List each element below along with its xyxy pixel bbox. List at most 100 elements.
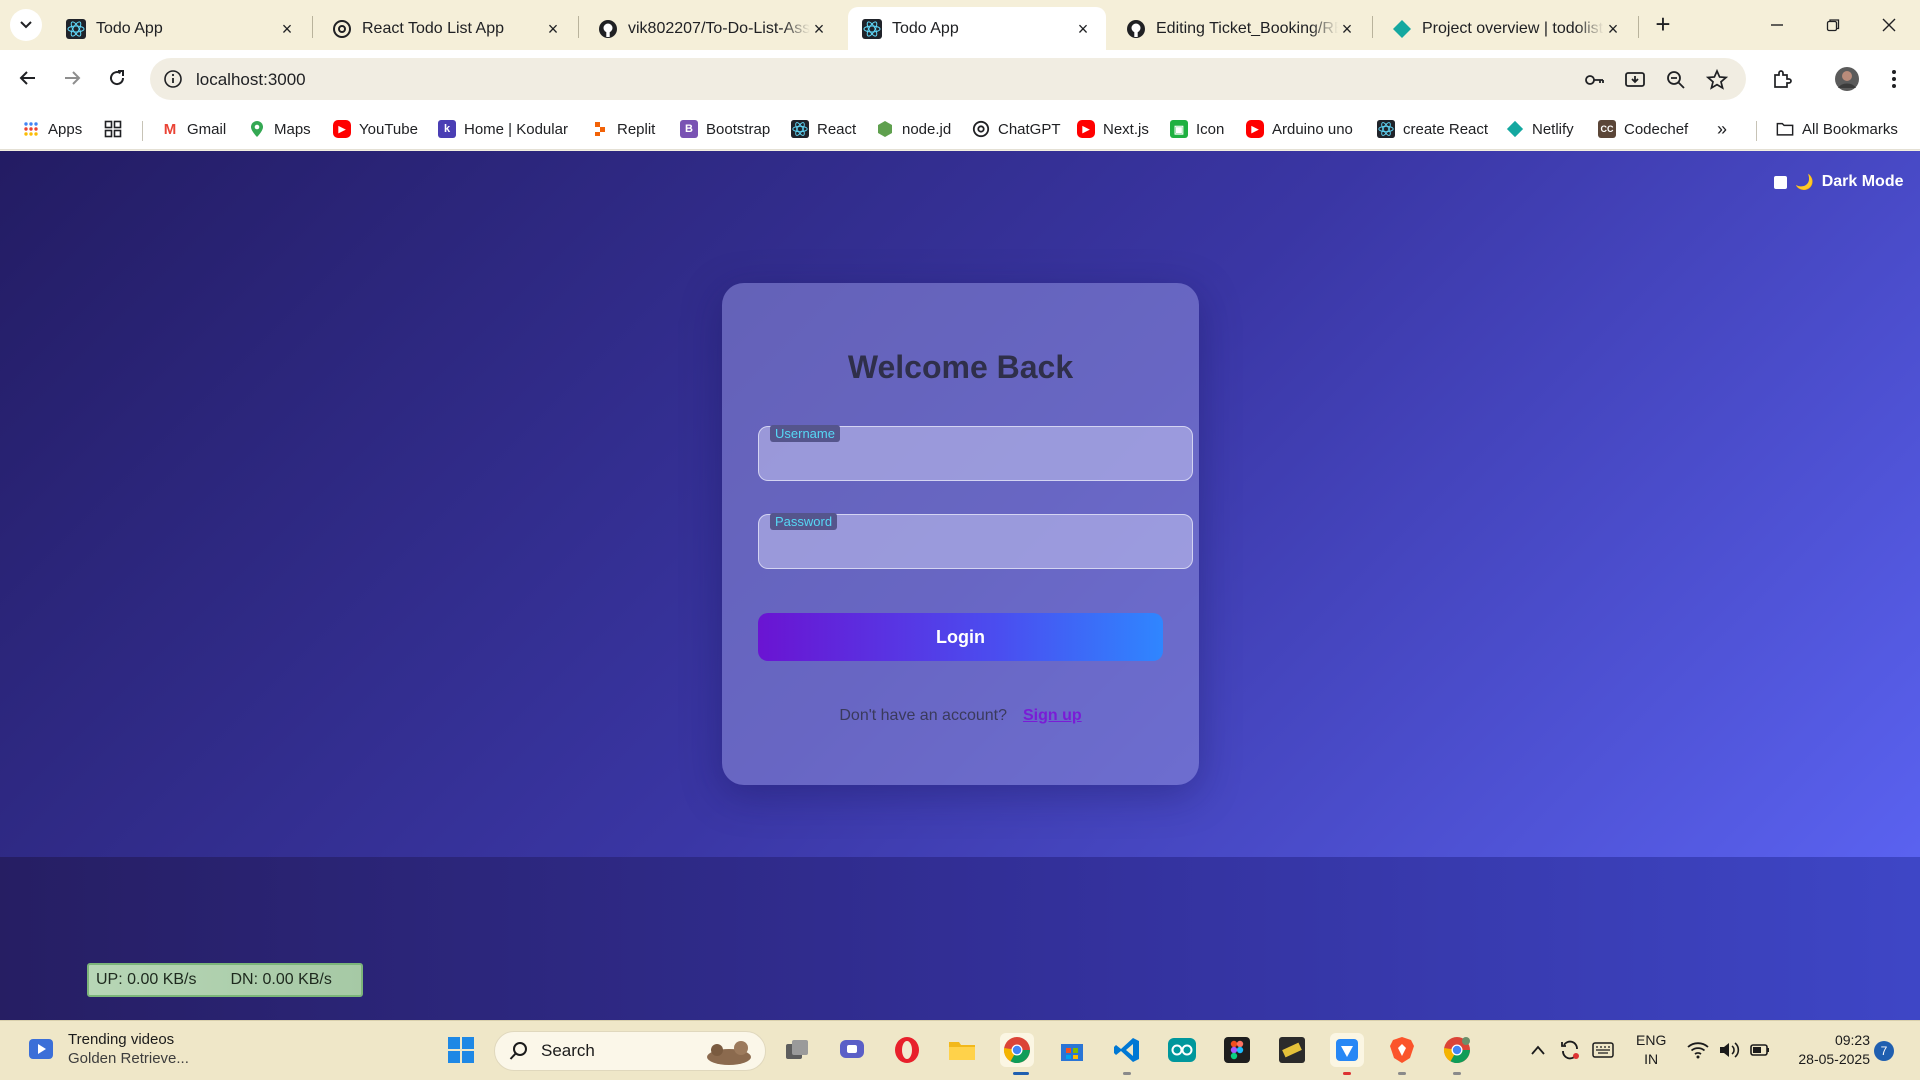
bookmark-maps[interactable]: Maps <box>248 117 311 141</box>
brave-icon[interactable] <box>1385 1033 1419 1067</box>
bookmark-replit[interactable]: Replit <box>591 117 655 141</box>
bookmark-nodejs[interactable]: node.jd <box>876 117 951 141</box>
microsoft-store-icon[interactable] <box>1055 1033 1089 1067</box>
close-tab-icon[interactable]: × <box>544 20 562 38</box>
login-card: Welcome Back Username Password Login Don… <box>722 283 1199 785</box>
restore-icon <box>1826 19 1840 32</box>
new-tab-button[interactable]: + <box>1650 11 1676 38</box>
bookmark-label: Gmail <box>187 120 227 138</box>
site-info-icon[interactable] <box>162 68 184 90</box>
folder-icon <box>1776 120 1794 138</box>
back-button[interactable] <box>13 63 43 93</box>
close-tab-icon[interactable]: × <box>278 20 296 38</box>
username-field[interactable]: Username <box>758 425 1193 481</box>
install-app-icon[interactable] <box>1623 68 1647 92</box>
vscode-icon[interactable] <box>1110 1033 1144 1067</box>
zoom-icon[interactable] <box>1664 68 1688 92</box>
extensions-icon[interactable] <box>1768 65 1796 93</box>
password-field[interactable]: Password <box>758 513 1193 569</box>
forward-button[interactable] <box>57 63 87 93</box>
dark-mode-toggle[interactable]: 🌙 Dark Mode <box>1774 173 1903 191</box>
github-icon <box>1126 19 1146 39</box>
bookmark-youtube[interactable]: ▶ YouTube <box>333 117 418 141</box>
chrome-icon[interactable] <box>1000 1033 1034 1067</box>
volume-icon[interactable] <box>1714 1035 1744 1065</box>
close-tab-icon[interactable]: × <box>1338 20 1356 38</box>
bookmark-label: All Bookmarks <box>1802 120 1898 138</box>
close-tab-icon[interactable]: × <box>810 20 828 38</box>
bookmark-apps[interactable]: Apps <box>22 117 82 141</box>
wifi-icon[interactable] <box>1683 1035 1713 1065</box>
bookmark-react[interactable]: React <box>791 117 856 141</box>
signup-link[interactable]: Sign up <box>1023 707 1082 724</box>
bookmark-netlify[interactable]: Netlify <box>1506 117 1574 141</box>
tab-react-todo-list[interactable]: React Todo List App × <box>318 7 576 50</box>
tab-todo-app-active[interactable]: Todo App × <box>848 7 1106 50</box>
task-view-icon[interactable] <box>780 1033 814 1067</box>
profile-avatar[interactable] <box>1833 65 1861 93</box>
bookmark-arduino[interactable]: ▶ Arduino uno <box>1246 117 1353 141</box>
netlify-icon <box>1392 19 1412 39</box>
opera-icon[interactable] <box>890 1033 924 1067</box>
codechef-icon: CC <box>1598 120 1616 138</box>
file-explorer-icon[interactable] <box>945 1033 979 1067</box>
chrome-profile-icon[interactable] <box>1440 1033 1474 1067</box>
taskbar-search[interactable]: Search <box>494 1031 766 1071</box>
video-play-icon <box>28 1037 54 1061</box>
search-placeholder: Search <box>541 1041 595 1060</box>
password-label: Password <box>770 513 838 530</box>
password-key-icon[interactable] <box>1582 68 1606 92</box>
restore-window-button[interactable] <box>1818 10 1848 40</box>
teams-chat-icon[interactable] <box>835 1033 869 1067</box>
app-icon-speed[interactable] <box>1275 1033 1309 1067</box>
tab-search-button[interactable] <box>10 9 42 41</box>
battery-icon[interactable] <box>1744 1035 1774 1065</box>
minimize-window-button[interactable] <box>1762 10 1792 40</box>
close-window-button[interactable] <box>1874 10 1904 40</box>
close-tab-icon[interactable]: × <box>1074 20 1092 38</box>
active-app-indicator <box>1013 1072 1029 1075</box>
bookmark-kodular[interactable]: k Home | Kodular <box>438 117 568 141</box>
bookmark-chatgpt[interactable]: ChatGPT <box>972 117 1061 141</box>
close-tab-icon[interactable]: × <box>1604 20 1622 38</box>
widgets-button[interactable]: Trending videos Golden Retrieve... <box>28 1031 189 1067</box>
sync-icon[interactable] <box>1555 1035 1585 1065</box>
figma-icon[interactable] <box>1220 1033 1254 1067</box>
bookmark-bootstrap[interactable]: B Bootstrap <box>680 117 770 141</box>
openai-icon <box>332 19 352 39</box>
bookmark-create-react[interactable]: create React <box>1377 117 1488 141</box>
url-text[interactable]: localhost:3000 <box>196 70 306 90</box>
tab-editing-readme[interactable]: Editing Ticket_Booking/README.md × <box>1112 7 1370 50</box>
show-hidden-icons-chevron-up-icon[interactable] <box>1523 1035 1553 1065</box>
upload-speed: UP: 0.00 KB/s <box>96 971 197 988</box>
bookmark-label: React <box>817 120 857 138</box>
reload-button[interactable] <box>102 63 132 93</box>
windows-start-icon[interactable] <box>444 1033 478 1067</box>
bookmark-nextjs[interactable]: ▶ Next.js <box>1077 117 1149 141</box>
keyboard-icon[interactable] <box>1588 1035 1618 1065</box>
tab-github-repo[interactable]: vik802207/To-Do-List-Assignment × <box>584 7 842 50</box>
dark-mode-checkbox[interactable] <box>1774 175 1787 189</box>
address-bar[interactable]: localhost:3000 <box>150 58 1746 100</box>
reload-icon <box>110 70 125 86</box>
notification-badge[interactable]: 7 <box>1874 1041 1894 1061</box>
react-icon <box>791 120 809 138</box>
system-clock[interactable]: 09:23 28-05-2025 <box>1786 1031 1870 1069</box>
login-button[interactable]: Login <box>758 613 1163 661</box>
language-indicator[interactable]: ENG IN <box>1636 1031 1666 1069</box>
arduino-icon[interactable] <box>1165 1033 1199 1067</box>
bookmark-label: Home | Kodular <box>464 120 568 138</box>
all-bookmarks-button[interactable]: All Bookmarks <box>1776 117 1898 141</box>
language-line2: IN <box>1644 1051 1659 1067</box>
tab-groups-button[interactable] <box>104 117 130 141</box>
more-bookmarks-button[interactable]: » <box>1717 117 1727 141</box>
tab-todo-app-1[interactable]: Todo App × <box>52 7 310 50</box>
kebab-menu-icon[interactable] <box>1880 65 1908 93</box>
bookmark-codechef[interactable]: CC Codechef <box>1598 117 1688 141</box>
bookmark-gmail[interactable]: M Gmail <box>161 117 226 141</box>
running-app-indicator <box>1398 1072 1406 1075</box>
bookmark-icon[interactable]: ▣ Icon <box>1170 117 1224 141</box>
todo-app-icon[interactable] <box>1330 1033 1364 1067</box>
bookmark-star-icon[interactable] <box>1705 68 1729 92</box>
tab-project-overview[interactable]: Project overview | todolist × <box>1378 7 1636 50</box>
